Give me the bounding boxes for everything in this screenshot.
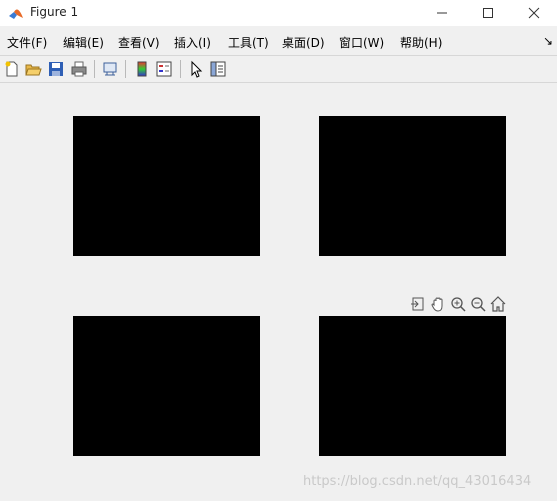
axes-toolbar <box>409 295 507 313</box>
window-title: Figure 1 <box>30 5 79 19</box>
toolbar-separator <box>180 60 181 78</box>
menu-file[interactable]: 文件(F) <box>7 34 47 51</box>
zoom-out-icon[interactable] <box>469 295 487 313</box>
property-inspector-icon[interactable] <box>209 60 227 78</box>
menu-bar: 文件(F) 编辑(E) 查看(V) 插入(I) 工具(T) 桌面(D) 窗口(W… <box>0 30 557 52</box>
matlab-icon <box>8 5 24 21</box>
home-icon[interactable] <box>489 295 507 313</box>
menu-window[interactable]: 窗口(W) <box>339 34 384 51</box>
open-file-icon[interactable] <box>24 60 42 78</box>
title-bar: Figure 1 <box>0 0 557 26</box>
export-icon[interactable] <box>409 295 427 313</box>
save-icon[interactable] <box>47 60 65 78</box>
color-image[interactable]: .c .bg{fill:#5d7a4a}.c .foliage{fill:#3f… <box>73 116 260 256</box>
minimize-button[interactable] <box>419 0 465 26</box>
menu-desktop[interactable]: 桌面(D) <box>282 34 325 51</box>
toolbar-separator <box>94 60 95 78</box>
menu-overflow-icon[interactable]: ↘ <box>543 34 553 48</box>
grayscale-image-2[interactable]: .g2 .bg{fill:#5e5e5e}.g2 .foliage{fill:#… <box>73 316 260 456</box>
toolbar-separator <box>125 60 126 78</box>
menu-edit[interactable]: 编辑(E) <box>63 34 104 51</box>
grayscale-image-3[interactable]: .g3 .bg{fill:#4a4a4a}.g3 .foliage{fill:#… <box>319 316 506 456</box>
menu-insert[interactable]: 插入(I) <box>174 34 211 51</box>
zoom-in-icon[interactable] <box>449 295 467 313</box>
insert-colorbar-icon[interactable] <box>133 60 151 78</box>
menu-view[interactable]: 查看(V) <box>118 34 160 51</box>
menu-tools[interactable]: 工具(T) <box>228 34 269 51</box>
edit-plot-icon[interactable] <box>187 60 205 78</box>
menu-help[interactable]: 帮助(H) <box>400 34 442 51</box>
grayscale-image-1[interactable]: .g1 .bg{fill:#6a6a6a}.g1 .foliage{fill:#… <box>319 116 506 256</box>
pan-icon[interactable] <box>429 295 447 313</box>
new-figure-icon[interactable] <box>3 60 21 78</box>
maximize-button[interactable] <box>465 0 511 26</box>
watermark-text: https://blog.csdn.net/qq_43016434 <box>303 474 532 489</box>
insert-legend-icon[interactable] <box>155 60 173 78</box>
print-icon[interactable] <box>70 60 88 78</box>
figure-toolbar <box>0 55 557 83</box>
close-button[interactable] <box>511 0 557 26</box>
link-plot-icon[interactable] <box>101 60 119 78</box>
